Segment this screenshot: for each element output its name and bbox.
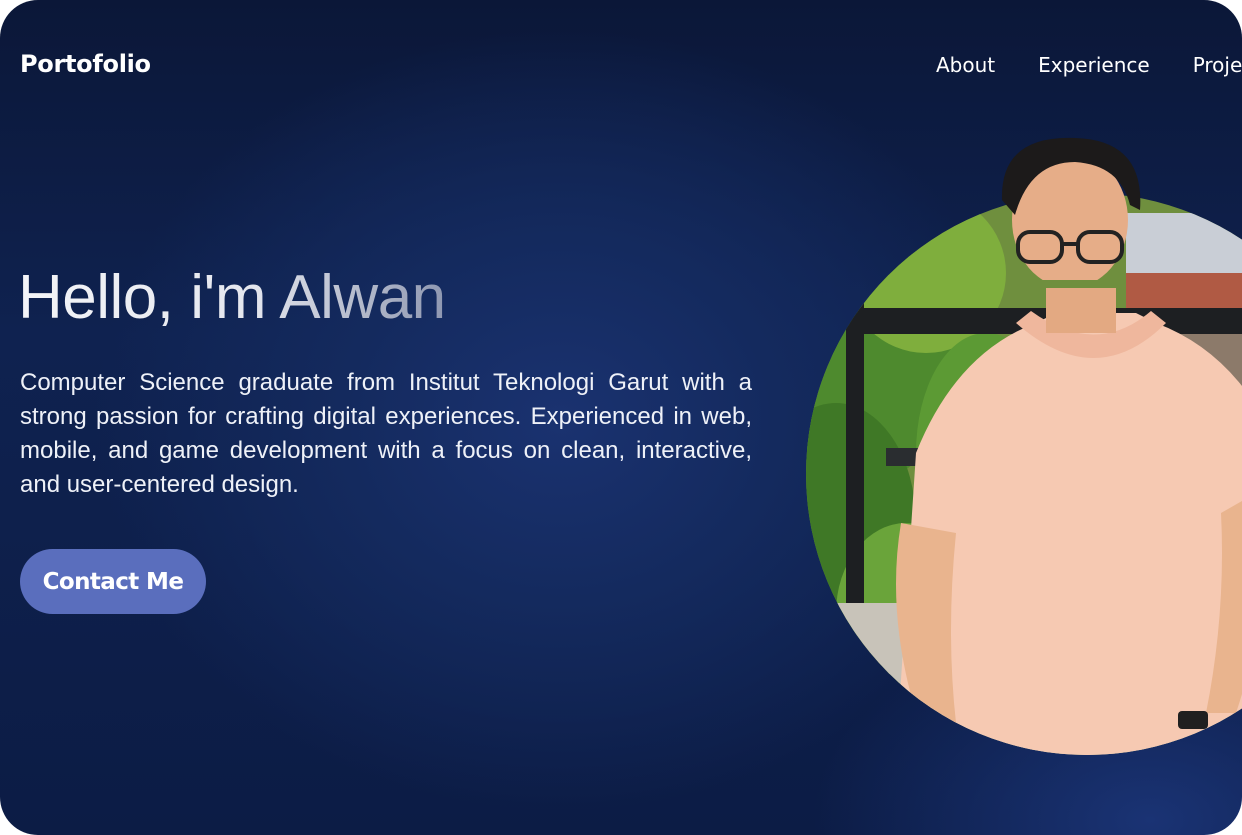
main-nav: About Experience Proje [936, 53, 1242, 77]
nav-link-experience[interactable]: Experience [1038, 53, 1150, 77]
nav-link-about[interactable]: About [936, 53, 995, 77]
hero-title: Hello, i'm Alwan [18, 263, 446, 332]
nav-link-projects[interactable]: Proje [1193, 53, 1242, 77]
hero-description: Computer Science graduate from Institut … [20, 369, 752, 498]
page-frame: Portofolio About Experience Proje Hello,… [0, 0, 1242, 835]
site-logo[interactable]: Portofolio [20, 50, 151, 78]
contact-me-button[interactable]: Contact Me [20, 549, 206, 614]
profile-photo [806, 193, 1242, 755]
